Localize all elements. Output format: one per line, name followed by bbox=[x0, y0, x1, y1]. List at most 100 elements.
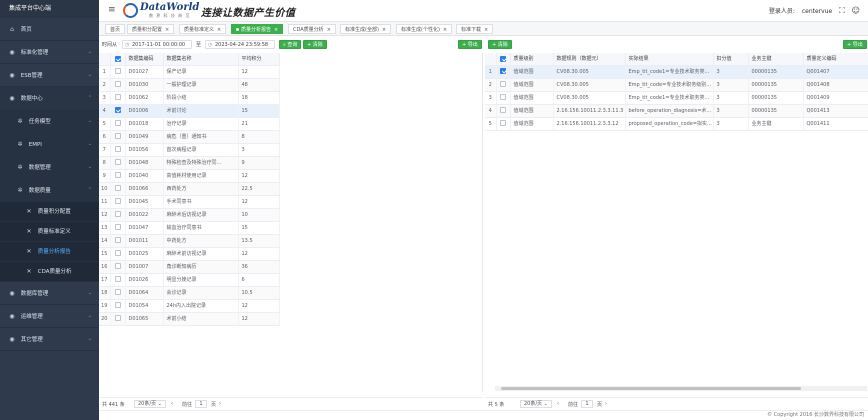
checkbox[interactable] bbox=[114, 289, 121, 296]
checkbox[interactable] bbox=[114, 68, 121, 75]
user-name[interactable]: centervue bbox=[802, 8, 832, 15]
checkbox[interactable] bbox=[114, 211, 121, 218]
row-checkbox-cell[interactable] bbox=[110, 273, 126, 287]
column-header[interactable]: 质量级别 bbox=[510, 53, 554, 66]
export-detail-button[interactable]: + 导出 bbox=[843, 40, 867, 49]
table-row[interactable]: 3 D01062 阶段小结 18 bbox=[99, 91, 280, 105]
row-checkbox-cell[interactable] bbox=[496, 91, 511, 105]
checkbox[interactable] bbox=[114, 107, 121, 114]
table-row[interactable]: 15 D01025 麻醉术前访视记录 12 bbox=[99, 247, 280, 261]
table-row[interactable]: 4 值域范围 2.16.156.10011.2.3.3.11.3 before_ope… bbox=[485, 104, 868, 118]
next-page-icon[interactable]: › bbox=[605, 401, 607, 407]
table-row[interactable]: 12 D01022 麻醉术后访视记录 10 bbox=[99, 208, 280, 222]
prev-page-icon[interactable]: ‹ bbox=[557, 401, 559, 407]
row-checkbox-cell[interactable] bbox=[110, 117, 126, 131]
checkbox[interactable] bbox=[114, 81, 121, 88]
table-row[interactable]: 9 D01040 高值耗材使用记录 12 bbox=[99, 169, 280, 183]
table-row[interactable]: 17 D01026 明显分娩记录 6 bbox=[99, 273, 280, 287]
clear-button[interactable]: + 清除 bbox=[488, 40, 512, 49]
table-row[interactable]: 5 值域范围 2.16.156.10011.2.3.3.12 proposed_ope… bbox=[485, 117, 868, 131]
checkbox[interactable] bbox=[114, 224, 121, 231]
table-row[interactable]: 2 D01030 一般护理记录 48 bbox=[99, 78, 280, 92]
row-checkbox-cell[interactable] bbox=[496, 117, 511, 131]
date-to-input[interactable]: ◷ 2023-04-24 23:59:58 bbox=[205, 40, 275, 49]
checkbox[interactable] bbox=[114, 120, 121, 127]
date-from-input[interactable]: ◷ 2017-11-01 00:00:00 bbox=[122, 40, 192, 49]
search-button[interactable]: ⌕ 查询 bbox=[279, 40, 302, 49]
table-row[interactable]: 4 D01006 术前讨论 15 bbox=[99, 104, 280, 118]
sidebar-item-empi[interactable]: ✲ EMPI ⌄ bbox=[0, 133, 99, 156]
close-icon[interactable]: × bbox=[165, 27, 169, 33]
table-row[interactable]: 20 D01065 术前小结 12 bbox=[99, 312, 280, 326]
sidebar-item-standardization[interactable]: ◉ 标准化管理 ⌄ bbox=[0, 41, 99, 64]
page-size-select[interactable]: 20条/页 ⌄ bbox=[520, 400, 552, 408]
row-checkbox-cell[interactable] bbox=[110, 221, 126, 235]
row-checkbox-cell[interactable] bbox=[110, 169, 126, 183]
row-checkbox-cell[interactable] bbox=[110, 78, 126, 92]
tab-quality-standard-def[interactable]: 质量标准定义 × bbox=[179, 24, 227, 34]
table-row[interactable]: 5 D01018 治疗记录 21 bbox=[99, 117, 280, 131]
row-checkbox-cell[interactable] bbox=[496, 65, 511, 79]
fullscreen-icon[interactable]: ⛶ bbox=[839, 6, 845, 15]
close-icon[interactable]: × bbox=[217, 27, 221, 33]
table-row[interactable]: 8 D01048 特殊检查及特殊治疗同... 9 bbox=[99, 156, 280, 170]
checkbox[interactable] bbox=[114, 237, 121, 244]
sidebar-item-quality-score-config[interactable]: ✕ 质量积分配置 bbox=[0, 202, 99, 222]
column-header[interactable]: 实际结果 bbox=[625, 53, 714, 66]
table-row[interactable]: 3 值域范围 CV08.30.005 Emp_tit_code1=专业技术职务类...… bbox=[485, 91, 868, 105]
table-row[interactable]: 6 D01049 病危（重）通知书 8 bbox=[99, 130, 280, 144]
column-header[interactable]: 扣分值 bbox=[713, 53, 749, 66]
row-checkbox-cell[interactable] bbox=[110, 91, 126, 105]
column-header[interactable]: 质量定义编码 bbox=[803, 53, 868, 66]
table-row[interactable]: 14 D01011 中药处方 13.5 bbox=[99, 234, 280, 248]
row-checkbox-cell[interactable] bbox=[110, 195, 126, 209]
close-icon[interactable]: × bbox=[484, 27, 488, 33]
sidebar-item-ops[interactable]: ◉ 运维管理 ⌄ bbox=[0, 305, 99, 328]
table-row[interactable]: 1 D01027 保产记录 12 bbox=[99, 65, 280, 79]
row-checkbox-cell[interactable] bbox=[496, 78, 511, 92]
row-checkbox-cell[interactable] bbox=[110, 299, 126, 313]
row-checkbox-cell[interactable] bbox=[496, 104, 511, 118]
checkbox[interactable] bbox=[114, 250, 121, 257]
next-page-icon[interactable]: › bbox=[219, 401, 221, 407]
row-checkbox-cell[interactable] bbox=[110, 182, 126, 196]
table-row[interactable]: 1 值域范围 CV08.30.005 Emp_tit_code1=专业技术职务类...… bbox=[485, 65, 868, 79]
row-checkbox-cell[interactable] bbox=[110, 247, 126, 261]
checkbox[interactable] bbox=[114, 146, 121, 153]
scrollbar-thumb[interactable] bbox=[501, 387, 801, 390]
tab-standard-gen-custom[interactable]: 标准生成(个性化) × bbox=[396, 24, 453, 34]
close-icon[interactable]: × bbox=[327, 27, 331, 33]
page-size-select[interactable]: 20条/页 ⌄ bbox=[134, 400, 166, 408]
checkbox[interactable] bbox=[500, 94, 506, 101]
table-row[interactable]: 16 D01007 角诊断知病历 36 bbox=[99, 260, 280, 274]
checkbox[interactable] bbox=[114, 55, 121, 62]
row-checkbox-cell[interactable] bbox=[110, 260, 126, 274]
page-input[interactable]: 1 bbox=[581, 400, 593, 408]
checkbox[interactable] bbox=[500, 120, 506, 127]
table-row[interactable]: 7 D01056 首次病程记录 3 bbox=[99, 143, 280, 157]
column-header[interactable]: 数据规则（数据元） bbox=[553, 53, 626, 66]
tab-standard-gen-all[interactable]: 标准生成(全部) × bbox=[340, 24, 392, 34]
prev-page-icon[interactable]: ‹ bbox=[171, 401, 173, 407]
tab-quality-score-config[interactable]: 质量积分配置 × bbox=[127, 24, 175, 34]
column-header[interactable]: 平均积分 bbox=[238, 53, 280, 66]
column-header[interactable]: 业务主键 bbox=[748, 53, 804, 66]
select-all-checkbox[interactable] bbox=[110, 53, 126, 66]
sidebar-item-esb[interactable]: ◉ ESB管理 ⌄ bbox=[0, 64, 99, 87]
checkbox[interactable] bbox=[114, 172, 121, 179]
tab-cda-quality[interactable]: CDA质量分析 × bbox=[288, 24, 336, 34]
checkbox[interactable] bbox=[500, 55, 506, 62]
sidebar-item-data-quality[interactable]: ✲ 数据质量 ⌃ bbox=[0, 179, 99, 202]
sidebar-item-home[interactable]: ⌂ 首页 bbox=[0, 18, 99, 41]
checkbox[interactable] bbox=[114, 302, 121, 309]
table-row[interactable]: 10 D01066 西药处方 22.5 bbox=[99, 182, 280, 196]
reset-button[interactable]: + 清除 bbox=[303, 40, 327, 49]
tab-home[interactable]: 首页 bbox=[105, 24, 126, 34]
checkbox[interactable] bbox=[500, 68, 506, 75]
table-row[interactable]: 19 D01054 24h内入出院记录 12 bbox=[99, 299, 280, 313]
row-checkbox-cell[interactable] bbox=[110, 286, 126, 300]
checkbox[interactable] bbox=[114, 315, 121, 322]
table-row[interactable]: 11 D01045 手术同意书 12 bbox=[99, 195, 280, 209]
checkbox[interactable] bbox=[114, 94, 121, 101]
column-header[interactable]: 数据集编码 bbox=[125, 53, 164, 66]
